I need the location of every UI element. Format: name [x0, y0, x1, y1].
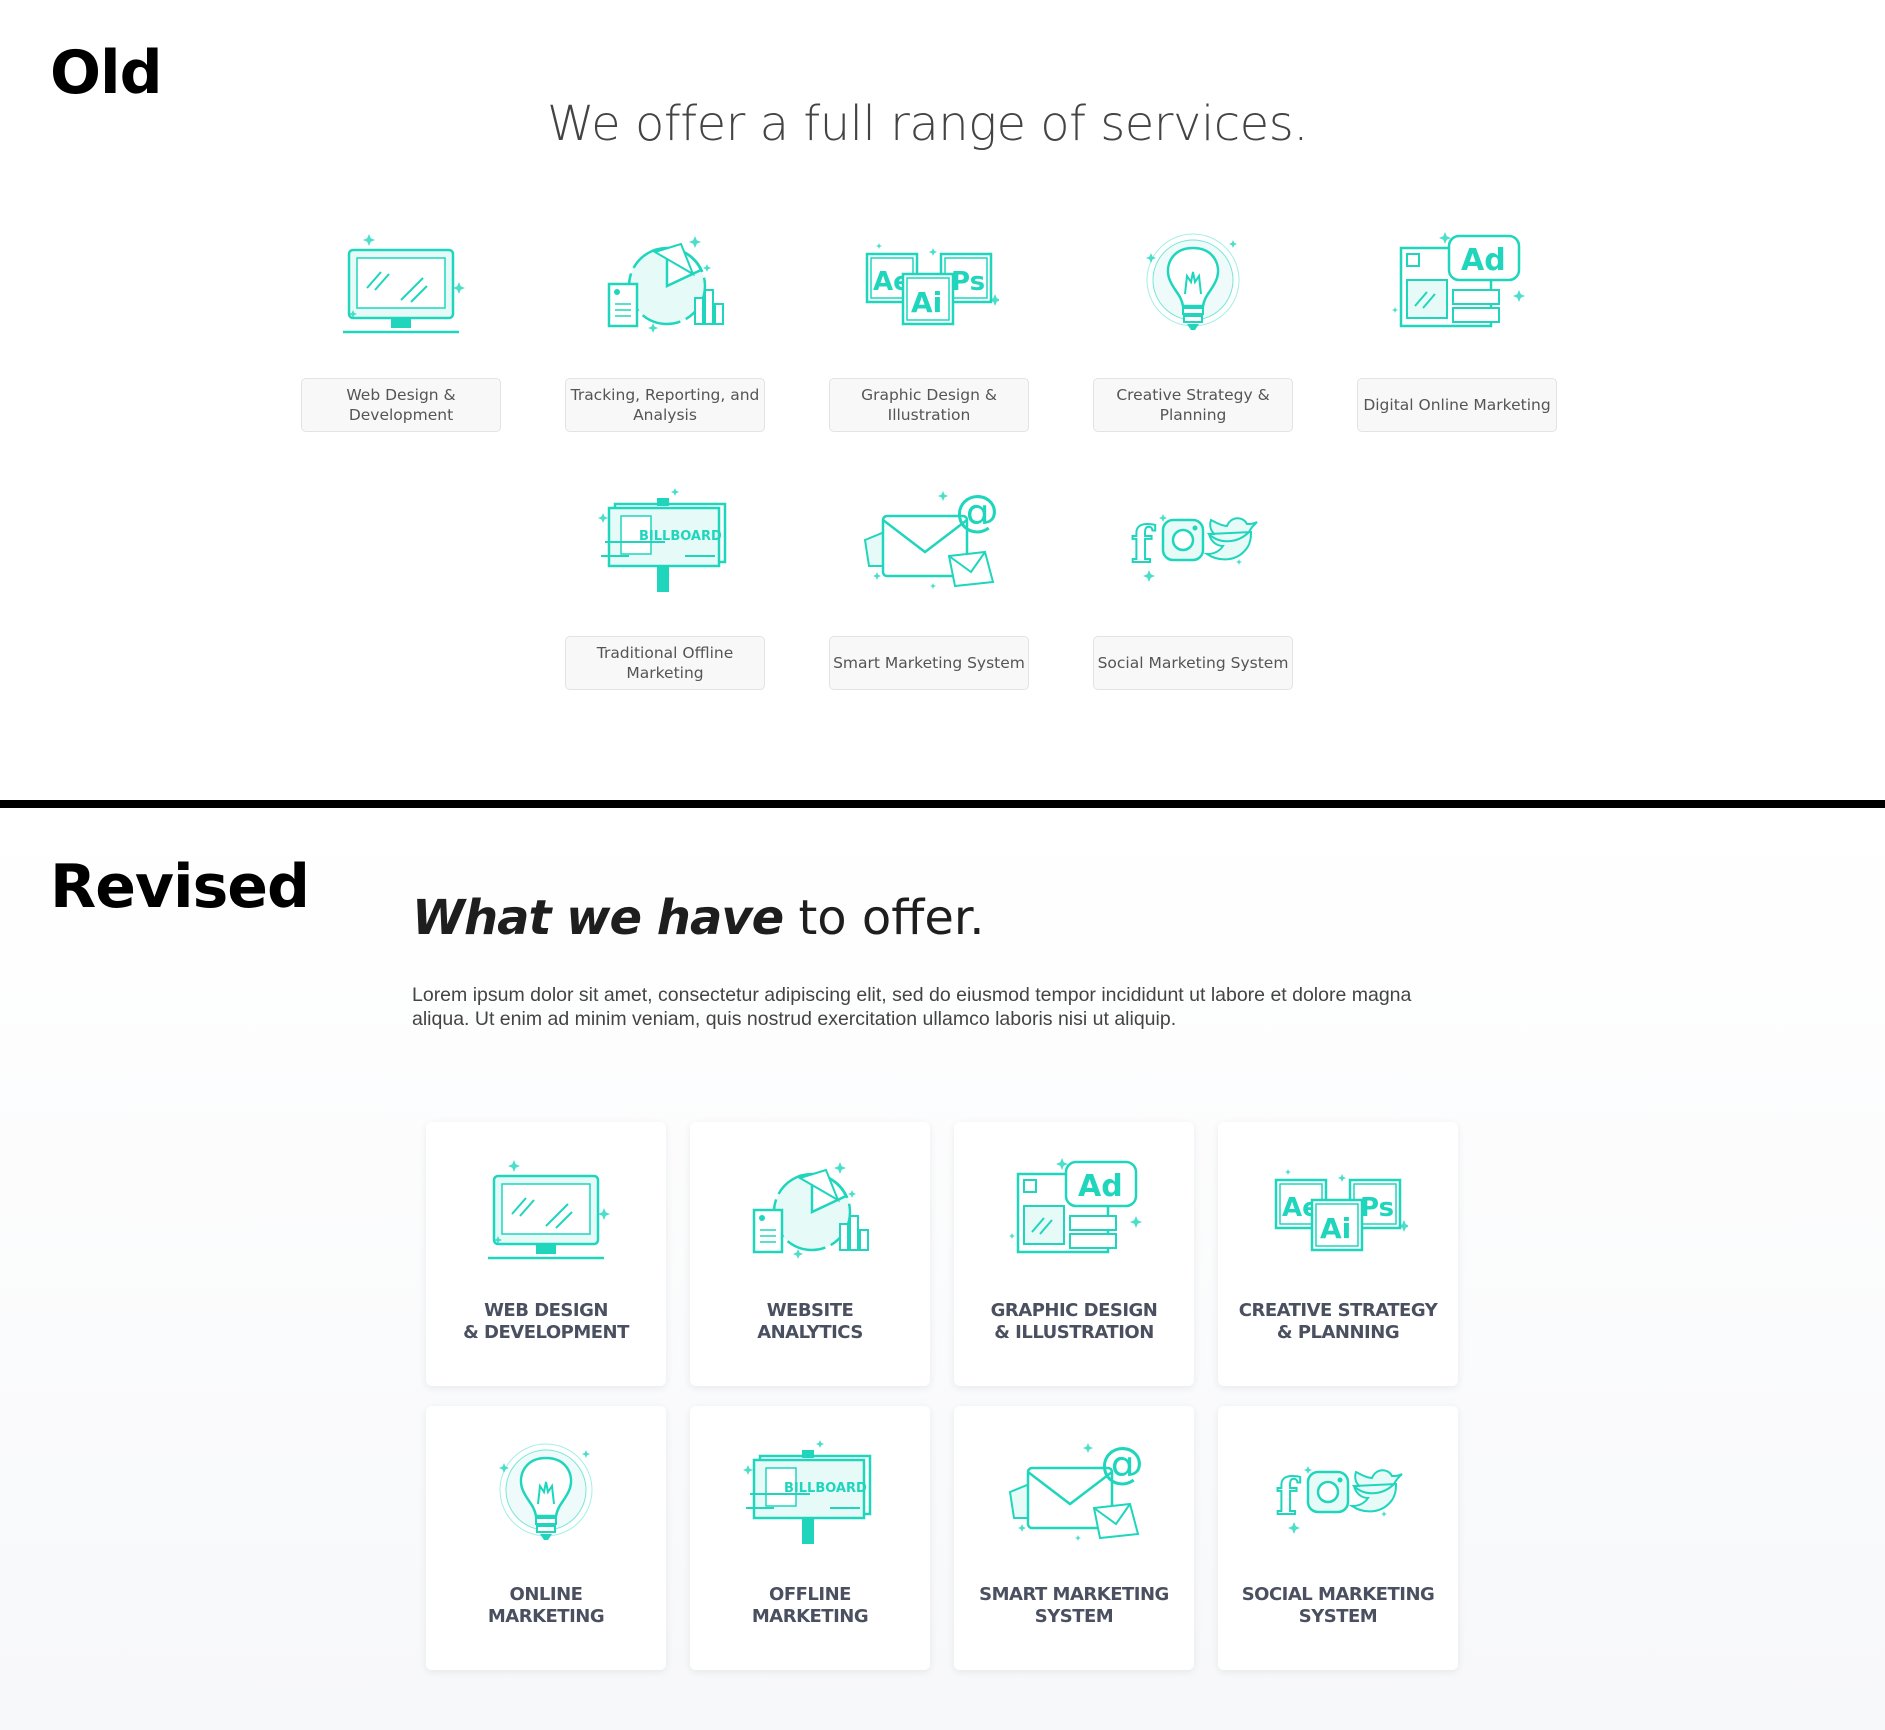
card-label: CREATIVE STRATEGY & PLANNING: [1238, 1300, 1438, 1343]
heading-emphasis: What we have: [412, 890, 784, 946]
billboard-glyph: BILLBOARD: [639, 529, 722, 544]
lightbulb-icon: [1123, 228, 1263, 348]
social-icons-icon-svg: f: [1275, 1466, 1403, 1534]
facebook-glyph: f: [1276, 1467, 1301, 1526]
service-chip[interactable]: Web Design & Development: [301, 378, 501, 432]
ai-glyph: Ai: [911, 286, 942, 319]
heading-rest: to offer.: [783, 890, 985, 946]
adobe-apps-icon-svg: Ae Ps Ai: [1274, 1169, 1408, 1252]
ad-browser-icon: Ad: [1387, 228, 1527, 348]
service-chip[interactable]: Creative Strategy & Planning: [1093, 378, 1293, 432]
service-card-online-marketing[interactable]: ONLINE MARKETING: [426, 1406, 666, 1670]
service-card-smart-marketing[interactable]: @ SMART MARKETING SYSTEM: [954, 1406, 1194, 1670]
facebook-glyph: f: [1131, 515, 1156, 574]
pie-chart-report-icon: [595, 228, 735, 348]
card-label: WEBSITE ANALYTICS: [757, 1300, 863, 1343]
revised-section: Revised What we have to offer. Lorem ips…: [0, 808, 1885, 1730]
billboard-icon: BILLBOARD: [740, 1438, 880, 1558]
ad-browser-icon: Ad: [1004, 1154, 1144, 1274]
ad-browser-icon-svg: Ad: [1009, 1158, 1142, 1254]
envelope-at-icon: @: [1004, 1438, 1144, 1558]
pie-chart-report-icon-svg: [752, 1162, 869, 1259]
service-card-graphic-design[interactable]: Ad GRAPHIC DESIGN & ILLUSTRATION: [954, 1122, 1194, 1386]
monitor-code-icon: [476, 1154, 616, 1274]
service-card-creative-strategy[interactable]: Ae Ps Ai CREATIVE STRATEGY & PLANNING: [1218, 1122, 1458, 1386]
service-card-web-design[interactable]: WEB DESIGN & DEVELOPMENT: [426, 1122, 666, 1386]
lightbulb-icon-svg: [499, 1443, 593, 1540]
billboard-icon-svg: BILLBOARD: [743, 1440, 872, 1544]
pie-chart-report-icon-svg: [607, 236, 724, 333]
pie-chart-report-icon: [740, 1154, 880, 1274]
ps-glyph: Ps: [951, 267, 985, 297]
lightbulb-icon-svg: [1146, 233, 1240, 330]
ad-glyph: Ad: [1461, 243, 1506, 278]
social-icons-icon: f: [1123, 486, 1263, 606]
envelope-at-icon-svg: @: [1008, 1438, 1144, 1541]
service-card-offline-marketing[interactable]: BILLBOARD OFFLINE MARKETING: [690, 1406, 930, 1670]
service-chip[interactable]: Tracking, Reporting, and Analysis: [565, 378, 765, 432]
service-card-social-marketing[interactable]: f SOCIAL MARKETING SYSTEM: [1218, 1406, 1458, 1670]
at-glyph: @: [955, 486, 999, 537]
service-chip[interactable]: Smart Marketing System: [829, 636, 1029, 690]
service-chip[interactable]: Graphic Design & Illustration: [829, 378, 1029, 432]
at-glyph: @: [1100, 1438, 1144, 1489]
lightbulb-icon: [476, 1438, 616, 1558]
adobe-apps-icon: Ae Ps Ai: [859, 228, 999, 348]
revised-label: Revised: [50, 852, 310, 922]
section-divider: [0, 800, 1885, 808]
service-chip[interactable]: Traditional Offline Marketing: [565, 636, 765, 690]
card-label: OFFLINE MARKETING: [751, 1584, 869, 1627]
social-icons-icon: f: [1268, 1438, 1408, 1558]
service-chip[interactable]: Social Marketing System: [1093, 636, 1293, 690]
ps-glyph: Ps: [1360, 1193, 1394, 1223]
old-section: Old We offer a full range of services. W…: [0, 0, 1885, 800]
social-icons-icon-svg: f: [1130, 514, 1258, 582]
monitor-code-icon-svg: [488, 1160, 610, 1260]
revised-heading: What we have to offer.: [412, 890, 984, 946]
revised-lede: Lorem ipsum dolor sit amet, consectetur …: [412, 984, 1412, 1030]
billboard-glyph: BILLBOARD: [784, 1481, 867, 1496]
billboard-icon: BILLBOARD: [595, 486, 735, 606]
service-card-analytics[interactable]: WEBSITE ANALYTICS: [690, 1122, 930, 1386]
ad-browser-icon-svg: Ad: [1392, 232, 1525, 328]
adobe-apps-icon-svg: Ae Ps Ai: [865, 243, 999, 326]
card-label: SOCIAL MARKETING SYSTEM: [1241, 1584, 1435, 1627]
old-heading: We offer a full range of services.: [547, 96, 1308, 152]
envelope-at-icon: @: [859, 486, 999, 606]
card-label: WEB DESIGN & DEVELOPMENT: [463, 1300, 629, 1343]
adobe-apps-icon: Ae Ps Ai: [1268, 1154, 1408, 1274]
monitor-code-icon: [331, 228, 471, 348]
ad-glyph: Ad: [1078, 1169, 1123, 1204]
card-label: SMART MARKETING SYSTEM: [979, 1584, 1169, 1627]
billboard-icon-svg: BILLBOARD: [598, 488, 727, 592]
card-label: ONLINE MARKETING: [487, 1584, 605, 1627]
service-chip[interactable]: Digital Online Marketing: [1357, 378, 1557, 432]
card-label: GRAPHIC DESIGN & ILLUSTRATION: [990, 1300, 1158, 1343]
ai-glyph: Ai: [1320, 1212, 1351, 1245]
envelope-at-icon-svg: @: [863, 486, 999, 589]
monitor-code-icon-svg: [343, 234, 465, 334]
